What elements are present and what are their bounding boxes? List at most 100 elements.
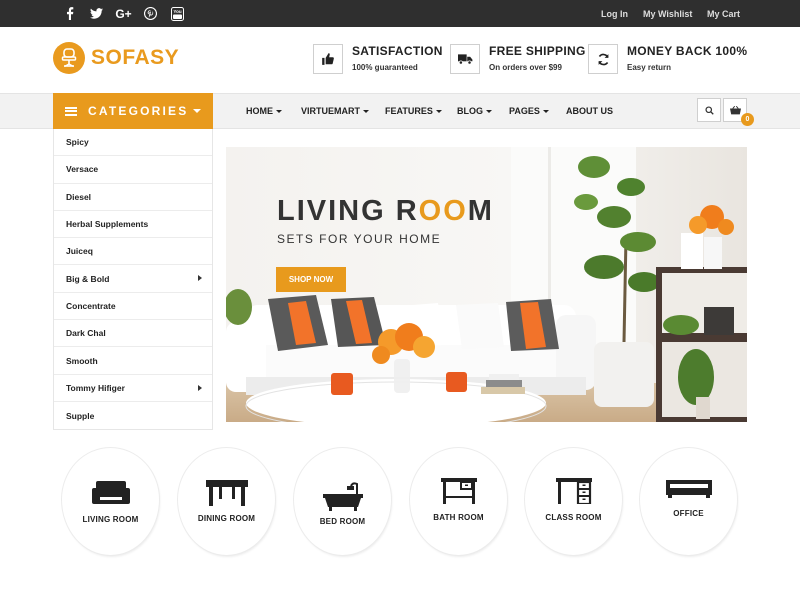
search-button[interactable] bbox=[697, 98, 721, 122]
site-logo[interactable]: SOFASY bbox=[53, 42, 179, 74]
room-office[interactable]: OFFICE bbox=[640, 448, 737, 555]
room-dining-room[interactable]: DINING ROOM bbox=[178, 448, 275, 555]
room-bed-room[interactable]: BED ROOM bbox=[294, 448, 391, 555]
dropdown-caret-icon bbox=[542, 109, 549, 113]
wishlist-link[interactable]: My Wishlist bbox=[643, 9, 692, 19]
bathtub-icon bbox=[294, 480, 391, 514]
category-item[interactable]: Dark Chal bbox=[54, 320, 212, 348]
categories-label: CATEGORIES bbox=[88, 104, 189, 118]
armchair-icon bbox=[62, 476, 159, 510]
nav-label: ABOUT US bbox=[566, 106, 613, 116]
room-label: BED ROOM bbox=[319, 517, 366, 526]
categories-toggle-button[interactable]: CATEGORIES bbox=[53, 93, 213, 129]
category-item[interactable]: Herbal Supplements bbox=[54, 211, 212, 239]
category-item[interactable]: Supple bbox=[54, 402, 212, 429]
nav-pages[interactable]: PAGES bbox=[509, 93, 549, 129]
nav-label: VIRTUEMART bbox=[301, 106, 360, 116]
feature-subtitle: 100% guaranteed bbox=[352, 63, 418, 72]
category-label: Concentrate bbox=[66, 300, 116, 311]
room-label: DINING ROOM bbox=[197, 514, 256, 523]
category-label: Spicy bbox=[66, 137, 89, 148]
nav-virtuemart[interactable]: VIRTUEMART bbox=[301, 93, 369, 129]
youtube-you-text: You bbox=[173, 9, 181, 14]
room-class-room[interactable]: CLASS ROOM bbox=[525, 448, 622, 555]
caret-down-icon bbox=[193, 109, 201, 113]
category-item[interactable]: Tommy Hifiger bbox=[54, 375, 212, 402]
refresh-icon bbox=[588, 44, 618, 74]
feature-title: FREE SHIPPING bbox=[489, 44, 586, 58]
hero-banner: LIVING ROOM SETS FOR YOUR HOME SHOP NOW bbox=[226, 147, 747, 422]
room-living-room[interactable]: LIVING ROOM bbox=[62, 448, 159, 555]
category-label: Dark Chal bbox=[66, 328, 106, 339]
categories-list: Spicy Versace Diesel Herbal Supplements … bbox=[53, 129, 213, 431]
tv-stand-icon bbox=[640, 472, 737, 506]
top-bar: G+ You Log In My Wishlist My Cart bbox=[0, 0, 800, 27]
category-label: Smooth bbox=[66, 355, 98, 366]
search-icon bbox=[704, 105, 714, 115]
feature-subtitle: Easy return bbox=[627, 63, 672, 72]
truck-icon bbox=[450, 44, 480, 74]
category-label: Supple bbox=[66, 410, 95, 421]
room-label: LIVING ROOM bbox=[82, 515, 139, 524]
room-bath-room[interactable]: BATH ROOM bbox=[410, 448, 507, 555]
category-label: Tommy Hifiger bbox=[66, 382, 125, 393]
room-label: OFFICE bbox=[673, 509, 704, 518]
dropdown-caret-icon bbox=[363, 109, 369, 113]
chair-logo-icon bbox=[53, 42, 85, 74]
hamburger-icon bbox=[65, 106, 77, 116]
basket-icon bbox=[729, 105, 741, 114]
nav-label: HOME bbox=[246, 106, 273, 116]
youtube-icon[interactable]: You bbox=[164, 5, 191, 22]
hero-title-part-c: M bbox=[467, 195, 494, 227]
category-label: Big & Bold bbox=[66, 273, 110, 284]
category-label: Diesel bbox=[66, 191, 92, 202]
login-link[interactable]: Log In bbox=[601, 9, 628, 19]
nav-label: FEATURES bbox=[385, 106, 433, 116]
category-label: Herbal Supplements bbox=[66, 219, 149, 230]
feature-satisfaction: SATISFACTION 100% guaranteed bbox=[313, 44, 443, 74]
feature-free-shipping: FREE SHIPPING On orders over $99 bbox=[450, 44, 586, 74]
hero-title: LIVING ROOM bbox=[277, 195, 494, 228]
shop-now-button[interactable]: SHOP NOW bbox=[276, 267, 346, 292]
submenu-arrow-icon bbox=[198, 384, 202, 391]
category-item[interactable]: Smooth bbox=[54, 347, 212, 375]
submenu-arrow-icon bbox=[198, 275, 202, 282]
room-label: CLASS ROOM bbox=[545, 513, 602, 522]
category-item[interactable]: Juiceq bbox=[54, 238, 212, 266]
nav-label: PAGES bbox=[509, 106, 540, 116]
nav-features[interactable]: FEATURES bbox=[385, 93, 442, 129]
thumbs-up-icon bbox=[313, 44, 343, 74]
room-categories: LIVING ROOM DINING ROOM BED ROOM BATH RO… bbox=[0, 448, 800, 558]
desk-icon bbox=[410, 474, 507, 508]
nav-label: BLOG bbox=[457, 106, 483, 116]
category-item[interactable]: Diesel bbox=[54, 184, 212, 211]
nav-about-us[interactable]: ABOUT US bbox=[566, 93, 613, 129]
feature-subtitle: On orders over $99 bbox=[489, 63, 562, 72]
category-label: Juiceq bbox=[66, 246, 93, 257]
google-plus-icon[interactable]: G+ bbox=[110, 5, 137, 22]
facebook-icon[interactable] bbox=[56, 5, 83, 22]
brand-name: SOFASY bbox=[91, 46, 180, 69]
dropdown-caret-icon bbox=[276, 109, 282, 113]
nav-home[interactable]: HOME bbox=[246, 93, 282, 129]
category-item[interactable]: Big & Bold bbox=[54, 265, 212, 293]
category-label: Versace bbox=[66, 164, 99, 175]
category-item[interactable]: Concentrate bbox=[54, 293, 212, 321]
hero-title-part-a: LIVING R bbox=[277, 195, 419, 227]
category-item[interactable]: Spicy bbox=[54, 129, 212, 157]
pinterest-icon[interactable] bbox=[137, 5, 164, 22]
dropdown-caret-icon bbox=[486, 109, 492, 113]
feature-title: SATISFACTION bbox=[352, 44, 443, 58]
room-label: BATH ROOM bbox=[433, 513, 484, 522]
hero-subtitle: SETS FOR YOUR HOME bbox=[277, 232, 442, 246]
cart-count-badge: 0 bbox=[741, 113, 754, 126]
my-cart-link[interactable]: My Cart bbox=[707, 9, 740, 19]
nav-blog[interactable]: BLOG bbox=[457, 93, 492, 129]
hero-title-highlight: OO bbox=[418, 195, 468, 227]
social-links: G+ You bbox=[56, 5, 191, 22]
twitter-icon[interactable] bbox=[83, 5, 110, 22]
drawer-desk-icon bbox=[525, 474, 622, 508]
category-item[interactable]: Versace bbox=[54, 156, 212, 184]
dining-table-icon bbox=[178, 476, 275, 510]
feature-title: MONEY BACK 100% bbox=[627, 44, 748, 58]
